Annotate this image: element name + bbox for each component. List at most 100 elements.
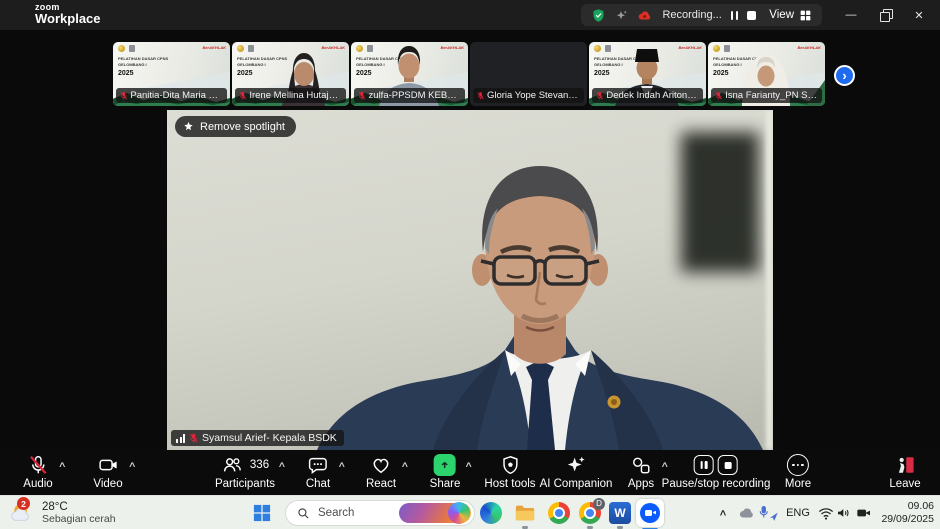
logo-workplace-text: Workplace — [35, 11, 101, 26]
tray-chevron-icon[interactable]: ∧ — [718, 507, 727, 518]
view-grid-icon — [799, 9, 812, 22]
participant-name-tag: zulfa-PPSDM KEBTKE — [354, 88, 465, 103]
edge-app-icon[interactable] — [480, 502, 502, 524]
more-button[interactable]: More — [785, 453, 811, 490]
share-button[interactable]: ∧ Share — [430, 453, 461, 490]
pause-stop-recording-button[interactable]: Pause/stop recording — [662, 453, 771, 490]
start-button[interactable] — [253, 504, 271, 522]
chevron-up-icon[interactable]: ∧ — [338, 460, 347, 469]
running-app-indicator — [587, 526, 593, 529]
file-explorer-app-icon[interactable] — [514, 502, 536, 524]
minimize-button[interactable]: — — [834, 0, 868, 30]
participant-tile[interactable]: Gloria Yope Stevani Br ... — [470, 42, 587, 106]
word-icon: W — [609, 502, 631, 524]
running-app-indicator — [617, 526, 623, 529]
apps-button[interactable]: ∧ Apps — [628, 453, 654, 490]
taskbar-search[interactable]: Search — [285, 500, 475, 526]
shield-icon — [499, 454, 521, 476]
spotlight-video[interactable]: Remove spotlight Syamsul Arief- Kepala B… — [167, 110, 773, 450]
windows-taskbar: 2 28°C Sebagian cerah Search — [0, 495, 940, 529]
view-button-label: View — [769, 9, 794, 21]
leave-button[interactable]: Leave — [889, 453, 920, 490]
close-button[interactable]: ✕ — [902, 0, 936, 30]
weather-widget[interactable]: 2 28°C Sebagian cerah — [8, 499, 116, 526]
zoom-app-icon[interactable] — [636, 499, 664, 527]
participant-name-tag: Dedek Indah Aritonan... — [592, 88, 703, 103]
participant-tile[interactable]: BerAKHLAK PELATIHAN DASAR CPNS GELOMBANG… — [351, 42, 468, 106]
host-tools-button[interactable]: Host tools — [484, 453, 535, 490]
stop-icon[interactable] — [718, 455, 738, 475]
tray-camera-icon[interactable] — [856, 506, 872, 519]
video-button[interactable]: ∧ Video — [93, 453, 122, 490]
participant-filmstrip: BerAKHLAK PELATIHAN DASAR CPNS GELOMBANG… — [113, 42, 825, 106]
view-button[interactable]: View — [769, 9, 812, 22]
mic-muted-icon — [27, 454, 49, 476]
zoom-workplace-logo: zoom Workplace — [35, 2, 101, 26]
ai-companion-button[interactable]: AI Companion — [540, 453, 613, 490]
remove-spotlight-label: Remove spotlight — [200, 121, 285, 133]
ai-sparkle-icon — [565, 454, 587, 476]
heart-icon — [370, 454, 392, 476]
participants-button[interactable]: 336 ∧ Participants — [215, 453, 275, 490]
profile-badge: D — [593, 498, 605, 510]
meeting-stage: BerAKHLAK PELATIHAN DASAR CPNS GELOMBANG… — [0, 30, 940, 450]
pause-icon[interactable] — [694, 455, 714, 475]
restore-button[interactable] — [868, 0, 902, 30]
mic-muted-icon — [189, 433, 198, 444]
participant-tile[interactable]: BerAKHLAK PELATIHAN DASAR CPNS GELOMBANG… — [708, 42, 825, 106]
minimize-icon: — — [846, 9, 857, 21]
speaker-name-text: Syamsul Arief- Kepala BSDK — [202, 432, 337, 444]
remove-spotlight-button[interactable]: Remove spotlight — [175, 116, 296, 137]
word-app-icon[interactable]: W — [609, 502, 631, 524]
mic-muted-icon — [120, 91, 127, 101]
search-icon — [297, 507, 310, 520]
chevron-up-icon[interactable]: ∧ — [58, 460, 67, 469]
mic-muted-icon — [715, 91, 722, 101]
participant-tile[interactable]: BerAKHLAK PELATIHAN DASAR CPNS GELOMBANG… — [113, 42, 230, 106]
share-arrow-icon — [434, 454, 456, 476]
participant-name-tag: Irene Mellina Hutajulu... — [235, 88, 346, 103]
participant-name-tag: Isna Farianty_PN Stabat — [711, 88, 822, 103]
onedrive-cloud-icon[interactable] — [738, 506, 756, 520]
clock-date: 29/09/2025 — [881, 513, 934, 526]
spotlight-pin-icon — [183, 121, 194, 132]
logo-badge-icon — [129, 45, 135, 52]
chat-button[interactable]: ∧ Chat — [306, 453, 330, 490]
mic-muted-icon — [477, 91, 484, 101]
mic-muted-icon — [596, 91, 603, 101]
language-indicator[interactable]: ENG — [786, 507, 810, 519]
sparkle-icon — [615, 9, 628, 22]
clock[interactable]: 09.06 29/09/2025 — [881, 500, 934, 526]
copilot-app-icon[interactable] — [448, 502, 470, 524]
close-icon: ✕ — [914, 9, 923, 22]
chevron-up-icon[interactable]: ∧ — [465, 460, 474, 469]
mic-location-icon[interactable] — [759, 504, 780, 521]
next-participants-button[interactable]: › — [834, 65, 855, 86]
vb-text: PELATIHAN DASAR CPNS GELOMBANG I 2025 — [118, 56, 168, 80]
record-cloud-icon — [637, 9, 653, 22]
chevron-up-icon[interactable]: ∧ — [401, 460, 410, 469]
participant-tile[interactable]: BerAKHLAK PELATIHAN DASAR CPNS GELOMBANG… — [232, 42, 349, 106]
chrome-app-icon[interactable] — [548, 502, 570, 524]
speaker-name-tag: Syamsul Arief- Kepala BSDK — [171, 430, 344, 446]
pause-icon[interactable] — [731, 11, 739, 20]
volume-icon[interactable] — [836, 506, 852, 520]
participant-tile[interactable]: BerAKHLAK PELATIHAN DASAR CPNS GELOMBANG… — [589, 42, 706, 106]
meeting-toolbar: ∧ Audio ∧ Video 336 — [0, 450, 940, 495]
search-placeholder: Search — [318, 507, 391, 519]
chat-icon — [307, 454, 329, 476]
start-icon — [253, 504, 271, 522]
apps-shapes-icon — [630, 454, 652, 476]
chevron-up-icon[interactable]: ∧ — [278, 460, 287, 469]
audio-button[interactable]: ∧ Audio — [23, 453, 52, 490]
shield-check-icon — [591, 8, 606, 23]
mic-muted-icon — [358, 91, 366, 101]
zoom-meeting-window: zoom Workplace Recording... View — [0, 0, 940, 529]
wifi-icon[interactable] — [818, 506, 835, 520]
chrome-profile-app-icon[interactable]: D — [579, 502, 601, 524]
chevron-up-icon[interactable]: ∧ — [128, 460, 137, 469]
participants-icon — [221, 454, 243, 476]
titlebar: zoom Workplace Recording... View — [0, 0, 940, 30]
stop-icon[interactable] — [747, 11, 756, 20]
react-button[interactable]: ∧ React — [366, 453, 396, 490]
